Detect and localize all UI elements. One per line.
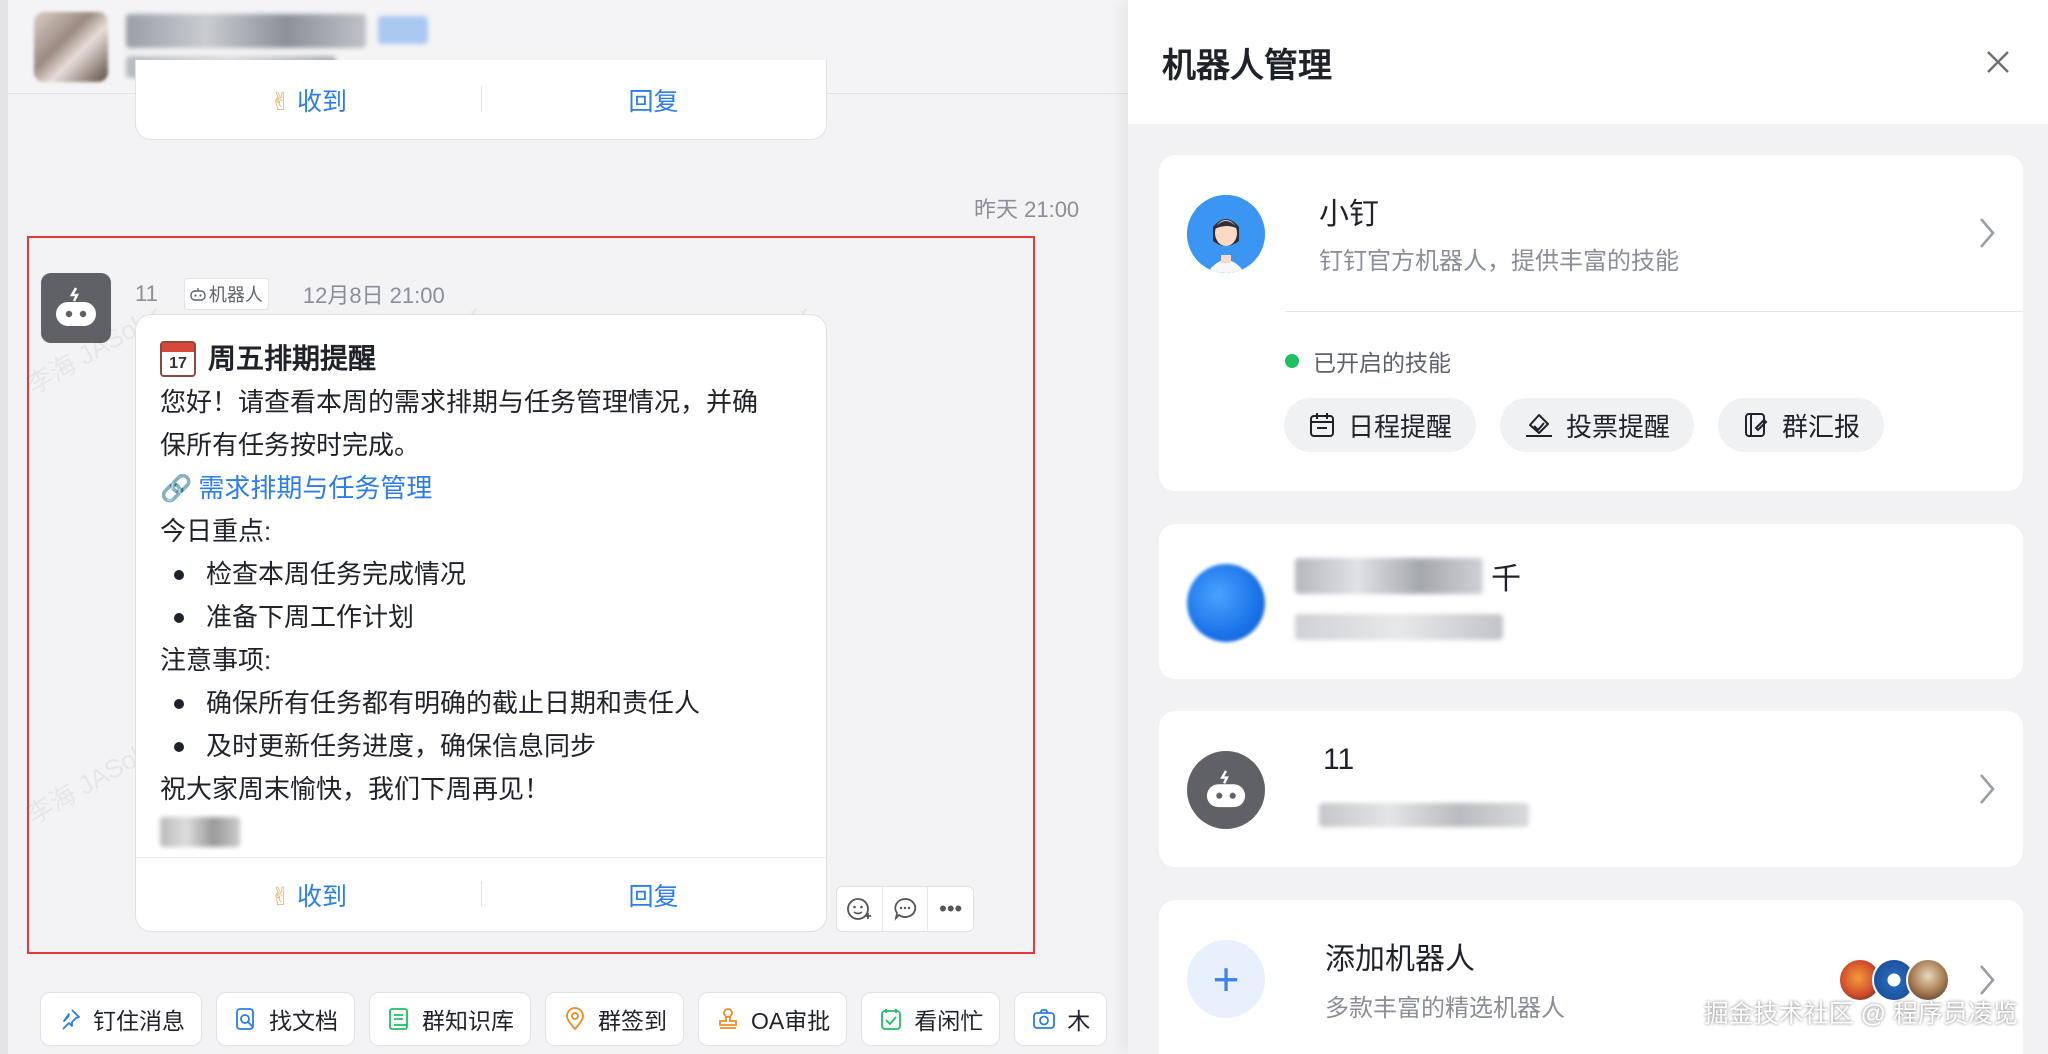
quick-action-availability[interactable]: 看闲忙 bbox=[861, 992, 1001, 1046]
reply-button[interactable]: 回复 bbox=[481, 82, 826, 118]
doc-link[interactable]: 🔗 需求排期与任务管理 bbox=[160, 467, 802, 510]
ok-hand-icon: ✌ bbox=[270, 87, 291, 116]
plus-icon: + bbox=[1187, 940, 1265, 1018]
doc-search-icon bbox=[233, 1006, 259, 1032]
closing-line: 祝大家周末愉快，我们下周再见！ bbox=[160, 774, 551, 804]
robot-icon bbox=[1206, 770, 1246, 808]
blurred-text bbox=[126, 14, 366, 48]
bot-card-11[interactable]: 11 bbox=[1159, 711, 2023, 867]
emoji-add-icon bbox=[847, 898, 872, 920]
previous-message-card: ✌ 收到 回复 bbox=[135, 60, 827, 140]
more-button[interactable]: ••• bbox=[928, 887, 973, 931]
comment-button[interactable] bbox=[883, 887, 929, 931]
close-icon bbox=[1987, 51, 2009, 73]
list-item: 准备下周工作计划 bbox=[160, 596, 802, 639]
focus-heading: 今日重点: bbox=[160, 516, 272, 546]
quick-action-find-doc[interactable]: 找文档 bbox=[216, 992, 355, 1046]
blurred-signature bbox=[160, 817, 240, 847]
time-divider: 昨天 21:00 bbox=[974, 197, 1080, 222]
ack-button[interactable]: ✌ 收到 bbox=[136, 877, 481, 913]
calendar-emoji-icon: 17 bbox=[160, 341, 196, 377]
skill-chip-list: 日程提醒 投票提醒 群汇报 bbox=[1284, 398, 1885, 452]
robot-tag: 机器人 bbox=[183, 278, 269, 310]
robot-small-icon bbox=[190, 288, 206, 301]
bot-name: 11 bbox=[1323, 743, 1355, 776]
person-avatar-icon bbox=[1187, 195, 1265, 273]
robot-management-panel: 机器人管理 小钉 钉钉官方机器人，提供丰富的技能 已开启的技能 日程提醒 投票提… bbox=[1128, 0, 2048, 1054]
ack-button[interactable]: ✌ 收到 bbox=[136, 82, 481, 118]
quick-action-oa[interactable]: OA审批 bbox=[698, 992, 848, 1046]
sender-name[interactable]: 11 bbox=[135, 281, 158, 307]
blurred-avatar bbox=[1187, 564, 1265, 642]
skill-chip-vote[interactable]: 投票提醒 bbox=[1500, 398, 1695, 452]
panel-header: 机器人管理 bbox=[1128, 0, 2048, 124]
divider bbox=[1285, 311, 2023, 312]
skill-chip-report[interactable]: 群汇报 bbox=[1718, 398, 1885, 452]
quick-action-checkin[interactable]: 群签到 bbox=[545, 992, 684, 1046]
message-card: 17 周五排期提醒 您好！请查看本周的需求排期与任务管理情况，并确 保所有任务按… bbox=[135, 314, 827, 932]
comment-icon bbox=[894, 898, 917, 921]
add-robot-label: 添加机器人 bbox=[1325, 943, 1475, 976]
check-calendar-icon bbox=[878, 1006, 904, 1032]
message-toolbar: ••• bbox=[836, 886, 974, 932]
list-item: 检查本周任务完成情况 bbox=[160, 553, 802, 596]
quick-action-pin[interactable]: 钉住消息 bbox=[40, 992, 202, 1046]
link-icon: 🔗 bbox=[160, 473, 193, 503]
vote-icon bbox=[1526, 414, 1553, 437]
robot-icon bbox=[56, 287, 96, 326]
enabled-skills-heading: 已开启的技能 bbox=[1285, 344, 1451, 378]
more-icon: ••• bbox=[939, 896, 963, 921]
message-title: 17 周五排期提醒 bbox=[160, 337, 802, 381]
reply-button[interactable]: 回复 bbox=[481, 877, 826, 913]
list-item: 确保所有任务都有明确的截止日期和责任人 bbox=[160, 682, 802, 725]
chevron-right-icon[interactable] bbox=[1977, 215, 1997, 251]
report-icon bbox=[1745, 413, 1768, 437]
message-time: 12月8日 21:00 bbox=[302, 283, 445, 308]
blurred-text bbox=[1295, 614, 1503, 640]
blurred-text bbox=[378, 16, 428, 44]
calendar-icon bbox=[1310, 413, 1334, 437]
book-icon bbox=[386, 1006, 412, 1032]
footer-watermark: 掘金技术社区 @ 程序员凌览 bbox=[1703, 1000, 2018, 1028]
chevron-right-icon[interactable] bbox=[1977, 771, 1997, 807]
skill-chip-schedule[interactable]: 日程提醒 bbox=[1284, 398, 1477, 452]
quick-action-knowledge[interactable]: 群知识库 bbox=[369, 992, 531, 1046]
notes-heading: 注意事项: bbox=[160, 645, 272, 675]
camera-icon bbox=[1031, 1006, 1057, 1032]
location-icon bbox=[562, 1006, 588, 1032]
message-meta: 11 机器人 12月8日 21:00 bbox=[135, 278, 445, 310]
bot-desc: 钉钉官方机器人，提供丰富的技能 bbox=[1319, 248, 1679, 275]
add-robot-desc: 多款丰富的精选机器人 bbox=[1325, 995, 1565, 1022]
stamp-icon bbox=[715, 1006, 741, 1032]
blurred-text bbox=[1319, 803, 1529, 827]
bot-card-blurred[interactable]: 千 bbox=[1159, 524, 2023, 679]
chevron-right-icon[interactable] bbox=[1977, 962, 1997, 998]
bot-avatar[interactable] bbox=[41, 273, 111, 343]
blurred-avatar[interactable] bbox=[34, 12, 108, 82]
intro-line: 保所有任务按时完成。 bbox=[160, 430, 421, 460]
list-item: 及时更新任务进度，确保信息同步 bbox=[160, 725, 802, 768]
chat-area: ✌收到 回复 昨天 21:00 李海 JASolar 李海 JASolar 李海… bbox=[0, 0, 1128, 1054]
quick-action-camera[interactable]: 木 bbox=[1014, 992, 1108, 1046]
bot-name: 千 bbox=[1491, 563, 1521, 596]
quick-action-bar: 钉住消息 找文档 群知识库 群签到 OA审批 看闲忙 木 bbox=[40, 992, 1108, 1046]
xiaoding-avatar bbox=[1187, 195, 1265, 273]
blurred-text bbox=[1295, 558, 1483, 594]
close-button[interactable] bbox=[1976, 40, 2020, 84]
add-reaction-button[interactable] bbox=[837, 887, 883, 931]
ok-hand-icon: ✌ bbox=[270, 882, 291, 911]
bot-name: 小钉 bbox=[1319, 198, 1379, 231]
status-dot-icon bbox=[1285, 354, 1299, 368]
pin-icon bbox=[57, 1006, 83, 1032]
panel-title: 机器人管理 bbox=[1162, 47, 1332, 85]
intro-line: 您好！请查看本周的需求排期与任务管理情况，并确 bbox=[160, 387, 759, 417]
bot-11-avatar bbox=[1187, 751, 1265, 829]
